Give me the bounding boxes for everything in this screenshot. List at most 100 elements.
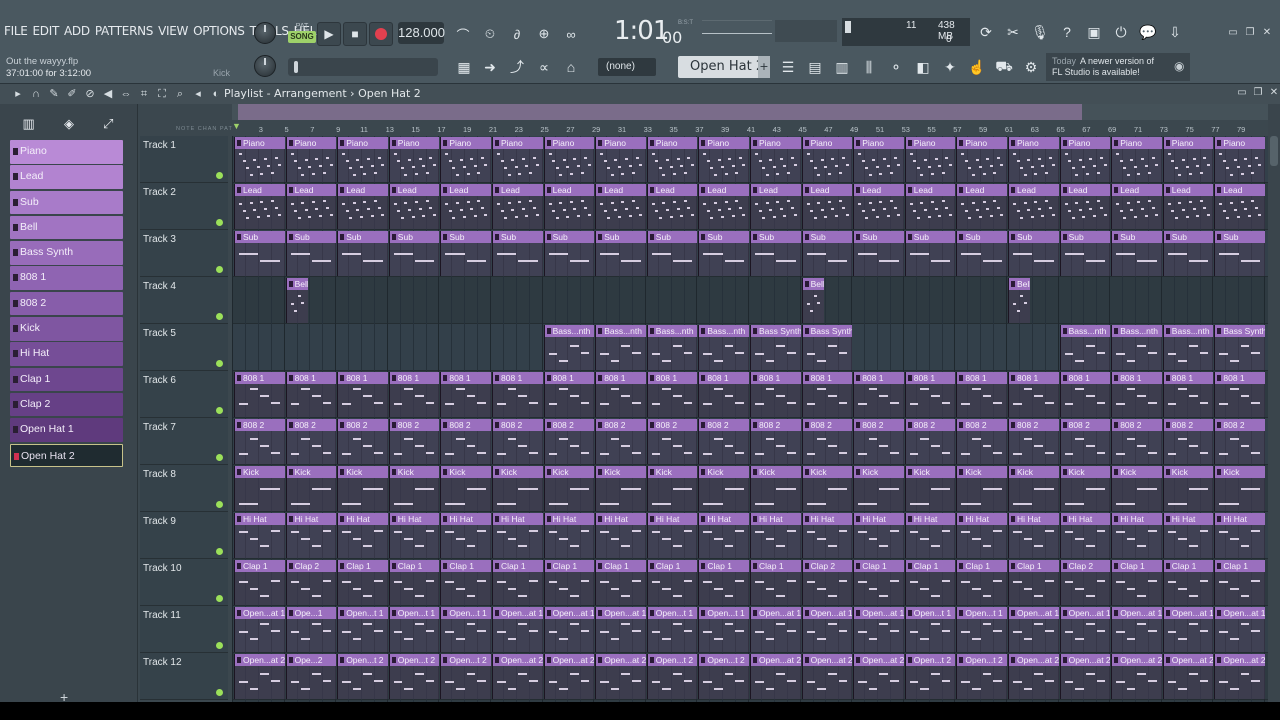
track-mute-led[interactable]	[216, 219, 223, 226]
channel-rack-button[interactable]: ▥	[830, 55, 854, 79]
pattern-clip[interactable]: Clap 1	[1162, 560, 1214, 605]
pattern-item[interactable]: Hi Hat	[10, 342, 123, 366]
pattern-item[interactable]: Clap 1	[10, 367, 123, 392]
pattern-clip[interactable]: Sub	[956, 231, 1007, 276]
play-button[interactable]: ▶	[317, 22, 341, 46]
pattern-clip[interactable]: Piano	[337, 137, 388, 182]
pattern-clip[interactable]: Open...t 2	[956, 654, 1007, 699]
overview-selection[interactable]	[238, 104, 1082, 120]
pattern-clip[interactable]: Clap 1	[337, 560, 388, 605]
pattern-clip[interactable]: Kick	[1111, 466, 1162, 511]
pattern-clip[interactable]: Sub	[1111, 231, 1162, 276]
pattern-clip[interactable]: Clap 1	[595, 560, 646, 605]
pattern-clip[interactable]: Open...t 1	[698, 607, 749, 652]
track-header[interactable]: Track 12	[140, 653, 228, 700]
pattern-clip[interactable]: Bass...nth	[1059, 325, 1111, 370]
restore-icon[interactable]: ❐	[1243, 26, 1257, 40]
pattern-clip[interactable]: Open...t 2	[904, 654, 956, 699]
pattern-clip[interactable]: Kick	[234, 466, 285, 511]
playhead-marker[interactable]: ▼	[232, 121, 241, 131]
pattern-clip[interactable]: Hi Hat	[750, 513, 801, 558]
pattern-clip[interactable]: 808 1	[337, 372, 388, 417]
menu-file[interactable]: FILE	[4, 24, 28, 38]
track-mute-led[interactable]	[216, 689, 223, 696]
pattern-clip[interactable]: 808 2	[595, 419, 646, 464]
plugin-database-button[interactable]: ✦	[938, 55, 962, 79]
pattern-clip[interactable]: Open...at 1	[853, 607, 904, 652]
pattern-clip[interactable]: 808 2	[337, 419, 388, 464]
pattern-clip[interactable]: 808 1	[285, 372, 337, 417]
pattern-clip[interactable]: Open...at 2	[853, 654, 904, 699]
pattern-clip[interactable]: Open...at 2	[595, 654, 646, 699]
pattern-clip[interactable]: Clap 1	[956, 560, 1007, 605]
pattern-clip[interactable]: 808 2	[285, 419, 337, 464]
pattern-clip[interactable]: Clap 1	[698, 560, 749, 605]
playlist-grid[interactable]: Piano Piano Piano Piano Piano Piano Piano Piano…	[232, 136, 1268, 702]
time-ruler[interactable]: 3 5 7 9 11 13 15 17 19 21 23 25 27 29 31 33 35 37 39 41 43 45…	[232, 121, 1268, 136]
pattern-clip[interactable]: Piano	[492, 137, 543, 182]
pattern-clip[interactable]: Open...at 2	[234, 654, 285, 699]
pattern-clip[interactable]: 808 1	[1059, 372, 1111, 417]
pattern-clip[interactable]: 808 2	[801, 419, 853, 464]
pattern-clip[interactable]: Hi Hat	[440, 513, 491, 558]
menu-view[interactable]: VIEW	[158, 24, 188, 38]
track-mute-led[interactable]	[216, 313, 223, 320]
pattern-clip[interactable]: Bass Synth	[750, 325, 801, 370]
pattern-clip[interactable]: Piano	[1008, 137, 1059, 182]
add-pattern-icon[interactable]: +	[60, 689, 68, 702]
pattern-clip[interactable]: Clap 2	[801, 560, 853, 605]
pattern-clip[interactable]: Sub	[1059, 231, 1111, 276]
maximize-icon[interactable]: ❐	[1252, 87, 1264, 98]
pattern-clip[interactable]: 808 2	[698, 419, 749, 464]
track-header[interactable]: Track 5	[140, 324, 228, 371]
delete-tool-icon[interactable]: ⊘	[82, 87, 98, 101]
pattern-clip[interactable]: Open...at 2	[1111, 654, 1162, 699]
pattern-clip[interactable]: Clap 1	[492, 560, 543, 605]
pattern-clip[interactable]: Clap 1	[646, 560, 698, 605]
minimize-icon[interactable]: ▭	[1236, 87, 1248, 98]
track-header[interactable]: Track 4	[140, 277, 228, 324]
pattern-clip[interactable]: Lead	[492, 184, 543, 229]
automation-tab-icon[interactable]: ⤢	[103, 116, 113, 132]
pattern-clip[interactable]: 808 2	[543, 419, 595, 464]
track-mute-led[interactable]	[216, 595, 223, 602]
pattern-clip[interactable]: Kick	[492, 466, 543, 511]
pattern-clip[interactable]: Bass...nth	[543, 325, 595, 370]
pattern-clip[interactable]: Kick	[698, 466, 749, 511]
pattern-clip[interactable]: Hi Hat	[595, 513, 646, 558]
pattern-clip[interactable]: Kick	[1008, 466, 1059, 511]
pattern-clip[interactable]: Kick	[440, 466, 491, 511]
pattern-clip[interactable]: Sub	[1214, 231, 1265, 276]
playback-tool-icon[interactable]: ◂	[190, 87, 206, 101]
track-header[interactable]: Track 6	[140, 371, 228, 418]
pattern-clip[interactable]: Clap 2	[285, 560, 337, 605]
close-icon[interactable]: ✕	[1260, 26, 1274, 40]
pattern-clip[interactable]: Open...at 1	[1008, 607, 1059, 652]
pattern-clip[interactable]: Hi Hat	[337, 513, 388, 558]
pattern-clip[interactable]: Open...at 2	[1162, 654, 1214, 699]
pattern-clip[interactable]: Open...at 1	[1059, 607, 1111, 652]
pattern-clip[interactable]: 808 2	[904, 419, 956, 464]
pattern-item[interactable]: 808 2	[10, 291, 123, 316]
menu-options[interactable]: OPTIONS	[193, 24, 245, 38]
pattern-clip[interactable]: Bass...nth	[1111, 325, 1162, 370]
pattern-clip[interactable]: Kick	[1059, 466, 1111, 511]
pattern-clip[interactable]: Piano	[801, 137, 853, 182]
pattern-clip[interactable]: Hi Hat	[904, 513, 956, 558]
plugin-picker-button[interactable]: ⚬	[884, 55, 908, 79]
countdown-button[interactable]: ∂	[504, 22, 530, 46]
pattern-clip[interactable]: Clap 1	[904, 560, 956, 605]
pattern-clip[interactable]: Clap 1	[853, 560, 904, 605]
pattern-clip[interactable]: Piano	[1111, 137, 1162, 182]
pattern-clip[interactable]: 808 1	[1214, 372, 1265, 417]
pattern-clip[interactable]: Sub	[388, 231, 440, 276]
pattern-clip[interactable]: Kick	[1214, 466, 1265, 511]
pattern-clip[interactable]: Ope...1	[285, 607, 337, 652]
track-mute-led[interactable]	[216, 407, 223, 414]
pattern-clip[interactable]: 808 1	[388, 372, 440, 417]
select-tool-icon[interactable]: ⛶	[154, 87, 170, 101]
pattern-clip[interactable]: Kick	[853, 466, 904, 511]
pattern-clip[interactable]: Ope...2	[285, 654, 337, 699]
pattern-clip[interactable]: Hi Hat	[388, 513, 440, 558]
pattern-clip[interactable]: Bell	[1008, 278, 1030, 323]
